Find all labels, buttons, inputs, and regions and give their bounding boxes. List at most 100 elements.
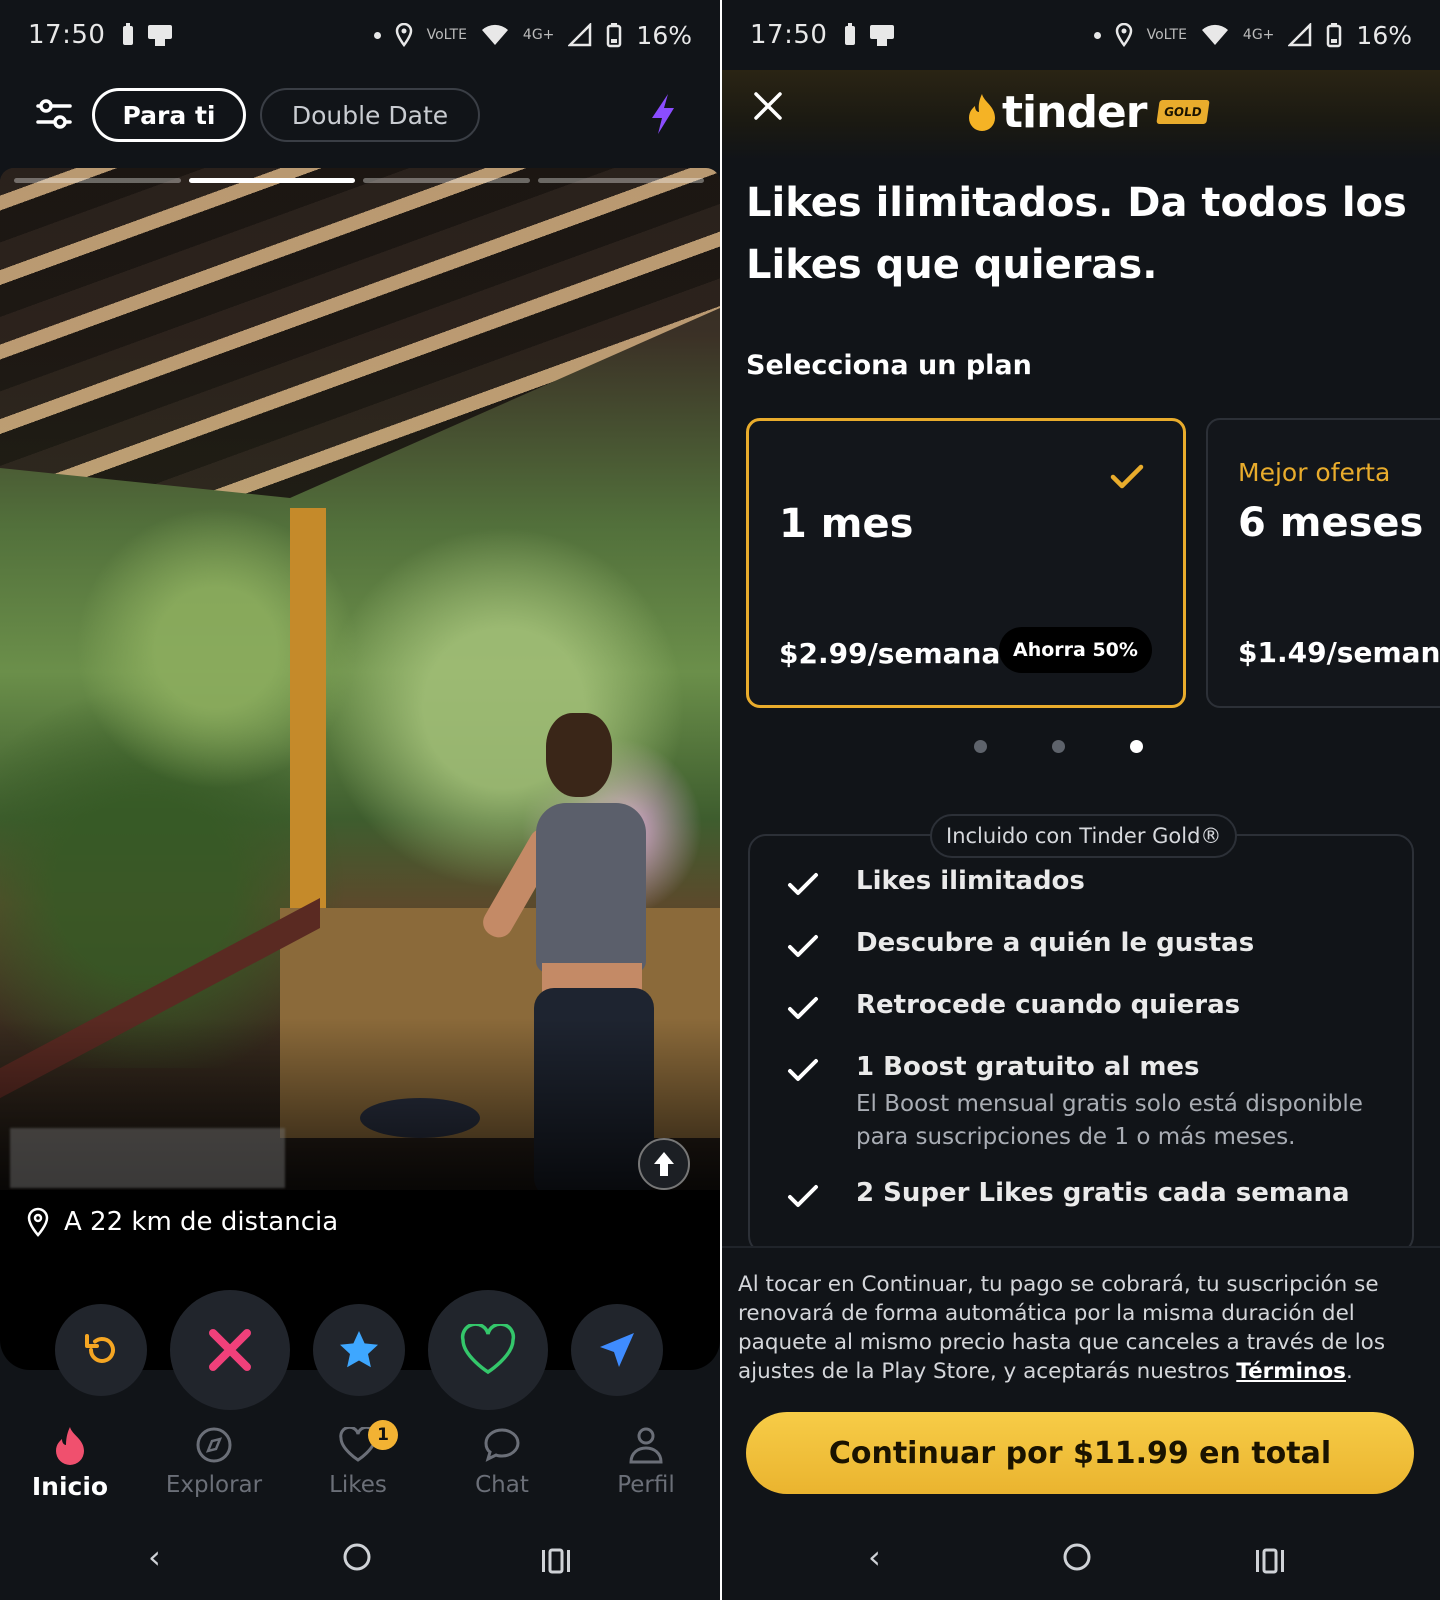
wifi-icon: [481, 24, 508, 45]
feature-title: 2 Super Likes gratis cada semana: [856, 1178, 1350, 1208]
feature-item: 1 Boost gratuito al mes El Boost mensual…: [786, 1052, 1386, 1154]
feature-description: El Boost mensual gratis solo está dispon…: [856, 1091, 1363, 1150]
send-button[interactable]: [571, 1304, 663, 1396]
brand-name: tinder: [1002, 86, 1147, 138]
distance-row: A 22 km de distancia: [26, 1200, 338, 1244]
terms-link[interactable]: Términos: [1236, 1359, 1346, 1384]
pager-dot-active[interactable]: [1130, 740, 1143, 753]
photo-progress: [14, 178, 704, 183]
filters-icon[interactable]: [34, 94, 74, 134]
nav-item-likes[interactable]: 1 Likes: [298, 1420, 418, 1516]
home-icon[interactable]: [342, 1542, 372, 1580]
tab-double-date[interactable]: Double Date: [260, 88, 480, 142]
legal-end: .: [1345, 1359, 1353, 1384]
tab-para-ti[interactable]: Para ti: [92, 88, 246, 142]
system-nav-bar: ‹: [722, 1530, 1440, 1590]
battery-saver-icon: [845, 23, 856, 45]
nope-button[interactable]: [170, 1290, 290, 1410]
super-like-button[interactable]: [313, 1304, 405, 1396]
sim-card-icon: [870, 25, 895, 46]
volte-indicator: VoLTE: [1146, 27, 1187, 43]
feature-title: 1 Boost gratuito al mes: [856, 1052, 1200, 1082]
like-button[interactable]: [428, 1290, 548, 1410]
discover-header: Para ti Double Date: [0, 82, 720, 148]
gold-tier-badge: GOLD: [1156, 100, 1210, 124]
best-offer-tag: Mejor oferta: [1238, 458, 1391, 487]
nav-item-chat[interactable]: Chat: [442, 1420, 562, 1516]
home-icon[interactable]: [1062, 1542, 1092, 1580]
nav-label: Chat: [475, 1472, 529, 1498]
status-time: 17:50: [750, 20, 828, 50]
checkmark-icon: [788, 1059, 818, 1081]
location-pin-icon: [27, 1207, 49, 1237]
feature-item: Retrocede cuando quieras: [786, 990, 1240, 1026]
profile-card[interactable]: [0, 168, 720, 1218]
feature-title: Descubre a quién le gustas: [856, 928, 1255, 958]
battery-level: 16%: [1356, 20, 1412, 50]
back-icon[interactable]: ‹: [868, 1538, 881, 1576]
plan-price: $1.49/semana: [1238, 636, 1440, 669]
redacted-name: [10, 1128, 285, 1188]
battery-icon: [1327, 23, 1342, 48]
rewind-button[interactable]: [55, 1304, 147, 1396]
tinder-gold-logo: tinder GOLD: [966, 84, 1210, 140]
discover-screen: 17:50 VoLTE 4G+ 16% Para ti Double Date: [0, 0, 720, 1600]
status-bar: 17:50 VoLTE 4G+ 16%: [722, 0, 1440, 70]
plan-duration: 6 meses: [1238, 500, 1424, 546]
expand-profile-button[interactable]: [638, 1138, 690, 1190]
nav-label: Perfil: [617, 1472, 675, 1498]
photo-progress-segment: [14, 178, 181, 183]
battery-level: 16%: [636, 20, 692, 50]
continue-button[interactable]: Continuar por $11.99 en total: [746, 1412, 1414, 1494]
nav-label: Inicio: [31, 1472, 109, 1501]
gold-paywall-screen: 17:50 VoLTE 4G+ 16% tinder GOLD Likes il…: [722, 0, 1440, 1600]
person-icon: [629, 1427, 663, 1464]
features-box: Incluido con Tinder Gold® Likes ilimitad…: [748, 814, 1414, 1254]
back-icon[interactable]: ‹: [148, 1538, 161, 1576]
volte-indicator: VoLTE: [426, 27, 467, 43]
flame-logo-icon: [969, 94, 995, 131]
plan-price: $2.99/semana: [779, 637, 1001, 670]
plan-duration: 1 mes: [779, 501, 914, 547]
like-icon: [460, 1324, 516, 1375]
plan-card-1-mes[interactable]: 1 mes $2.99/semana Ahorra 50%: [746, 418, 1186, 708]
feature-title: Retrocede cuando quieras: [856, 990, 1241, 1020]
checkmark-icon: [788, 997, 818, 1019]
super-like-icon: [340, 1331, 378, 1368]
signal-icon: [1288, 23, 1312, 47]
savings-badge: Ahorra 50%: [999, 627, 1152, 673]
bottom-nav: Inicio Explorar 1 Likes Chat Perfil: [0, 1420, 720, 1516]
page-title: Likes ilimitados. Da todos los Likes que…: [746, 180, 1407, 288]
boost-send-icon: [600, 1333, 634, 1367]
feature-item: Likes ilimitados: [786, 866, 1085, 902]
nope-icon: [209, 1329, 251, 1371]
recents-icon[interactable]: [1254, 1544, 1286, 1582]
location-icon: [395, 23, 412, 47]
chat-icon: [484, 1428, 520, 1462]
paywall-header: tinder GOLD: [722, 70, 1440, 160]
nav-item-inicio[interactable]: Inicio: [10, 1420, 130, 1516]
plan-card-6-meses[interactable]: Mejor oferta 6 meses $1.49/semana: [1206, 418, 1440, 708]
network-type: 4G+: [522, 27, 555, 43]
photo-progress-segment: [537, 178, 704, 183]
checkmark-icon: [788, 935, 818, 957]
feature-title: Likes ilimitados: [856, 866, 1085, 896]
nav-item-perfil[interactable]: Perfil: [586, 1420, 706, 1516]
nav-label: Likes: [329, 1472, 387, 1498]
included-label: Incluido con Tinder Gold®: [930, 814, 1238, 858]
status-time: 17:50: [28, 20, 106, 50]
nav-item-explorar[interactable]: Explorar: [154, 1420, 274, 1516]
nav-label: Explorar: [165, 1472, 263, 1498]
recents-icon[interactable]: [540, 1544, 572, 1582]
boost-bolt-icon[interactable]: [646, 92, 680, 136]
feature-item: Descubre a quién le gustas: [786, 928, 1254, 964]
feature-item: 2 Super Likes gratis cada semana: [786, 1178, 1350, 1214]
battery-saver-icon: [123, 23, 134, 45]
flame-icon: [56, 1427, 84, 1465]
rewind-icon: [85, 1334, 115, 1363]
close-button[interactable]: [752, 90, 788, 126]
pager-dot[interactable]: [974, 740, 987, 753]
pager-dot[interactable]: [1052, 740, 1065, 753]
sim-card-icon: [148, 25, 173, 46]
signal-icon: [568, 23, 592, 47]
